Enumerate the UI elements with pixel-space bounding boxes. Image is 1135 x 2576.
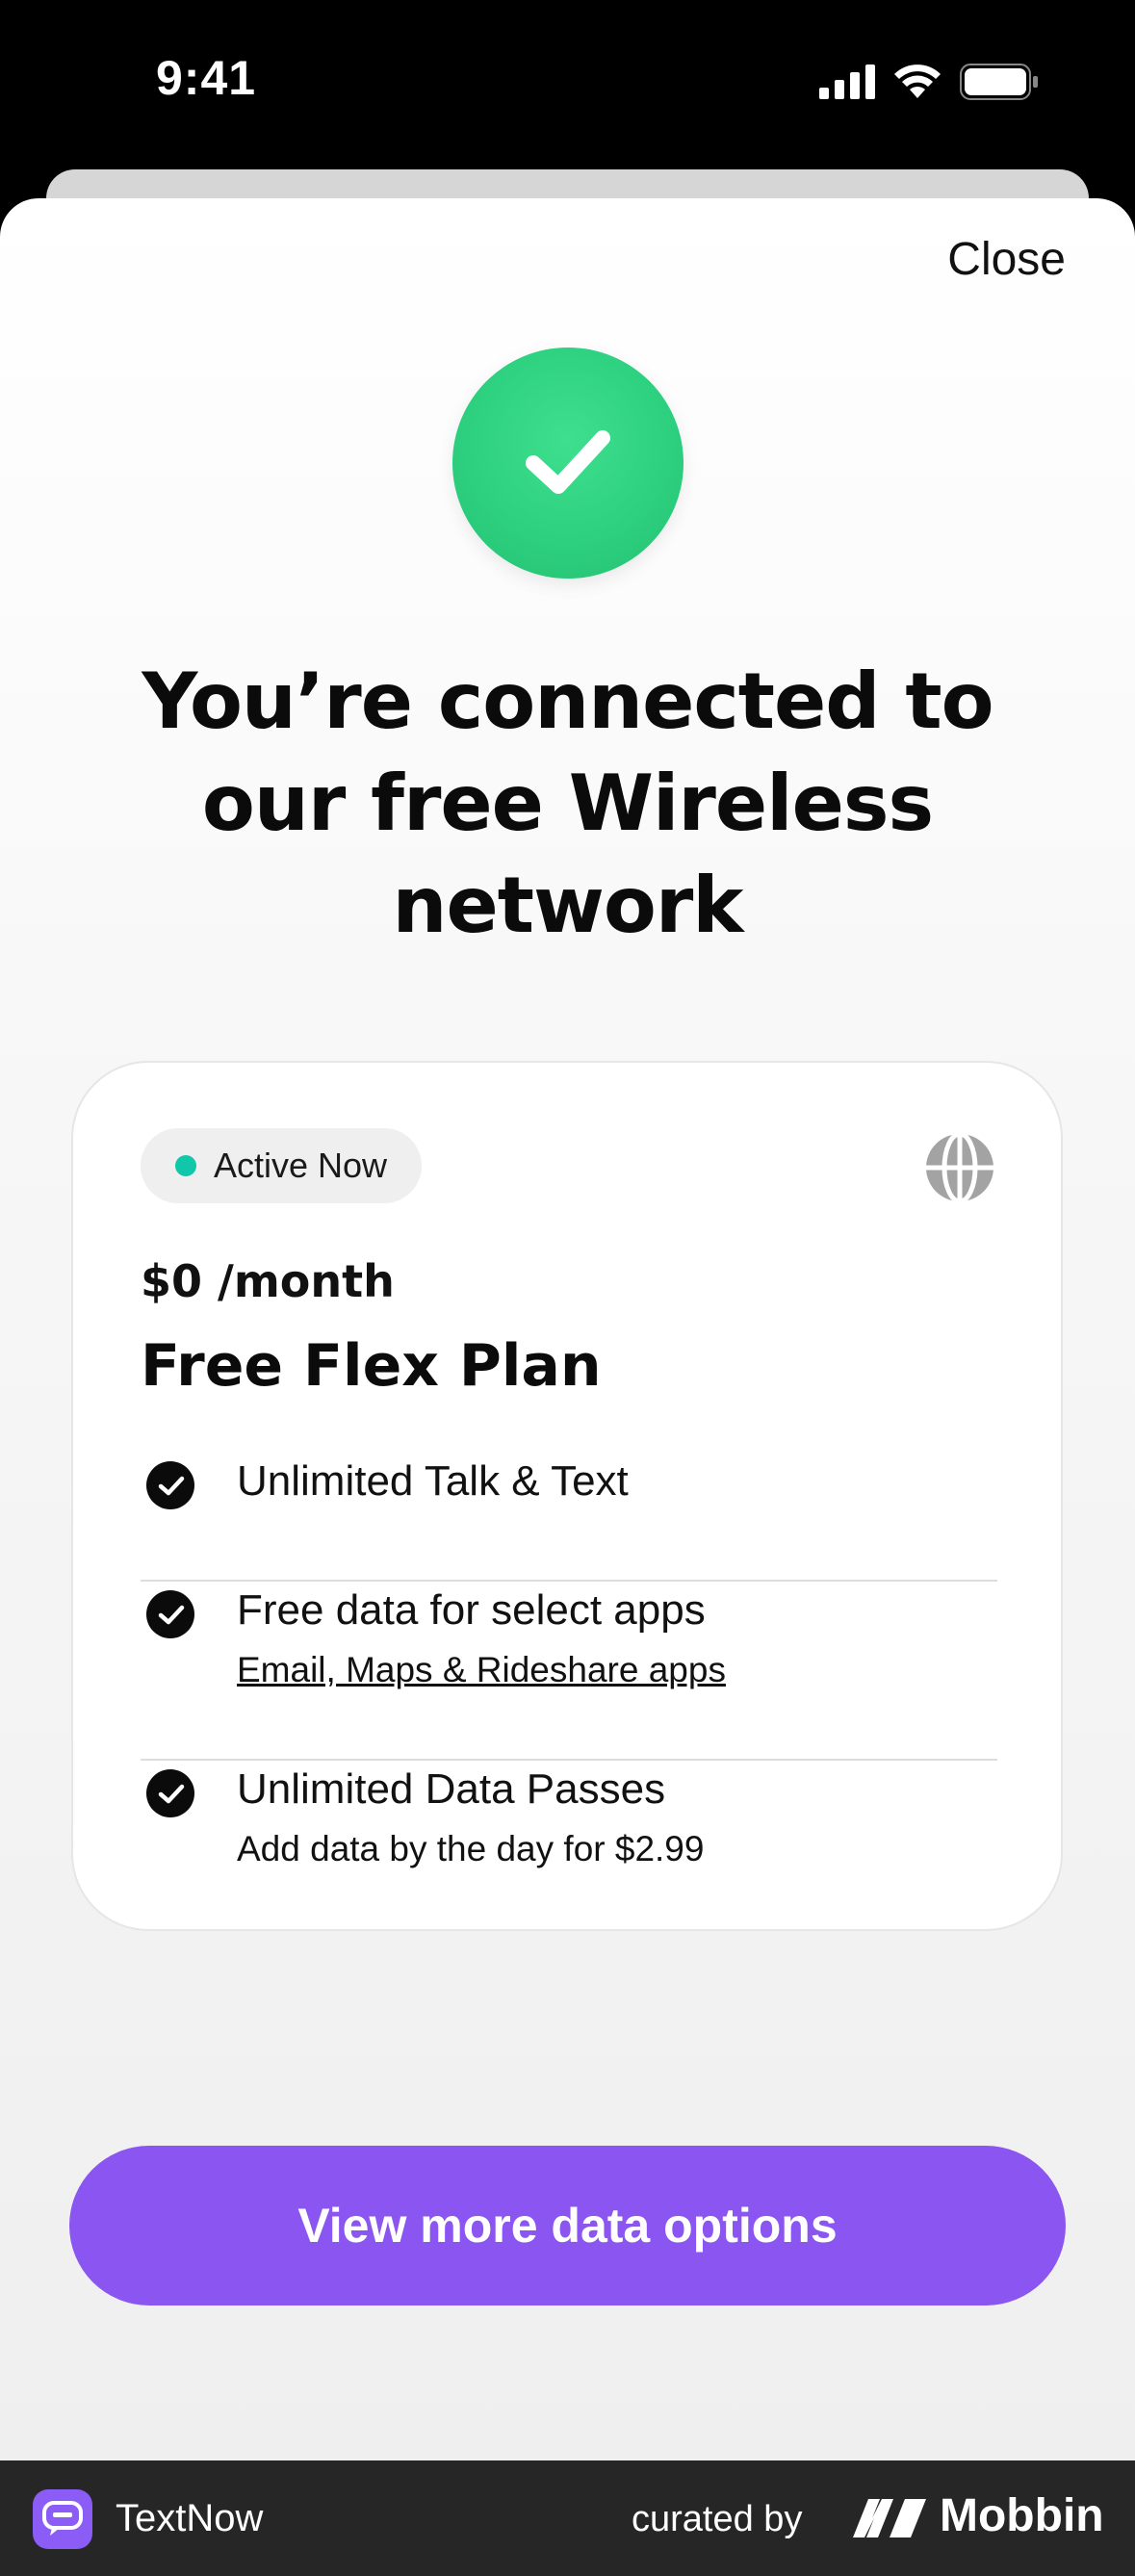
- plan-name: Free Flex Plan: [141, 1332, 602, 1400]
- status-badge: Active Now: [141, 1128, 423, 1203]
- mobbin-logo-icon: [853, 2499, 926, 2537]
- status-time: 9:41: [156, 51, 257, 105]
- check-circle-icon: [146, 1461, 194, 1509]
- attribution-bar: TextNow curated by Mobbin: [0, 2460, 1135, 2576]
- feature-title: Free data for select apps: [237, 1586, 706, 1634]
- plan-card: Active Now $0 /month Free Flex Plan Unli…: [71, 1061, 1063, 1931]
- globe-icon: [926, 1132, 993, 1203]
- battery-icon: [960, 64, 1038, 100]
- close-button[interactable]: Close: [947, 233, 1066, 286]
- textnow-logo-icon: [33, 2489, 92, 2549]
- success-badge: [452, 348, 684, 579]
- wifi-icon: [894, 64, 941, 98]
- page-title: You’re connected to our free Wireless ne…: [142, 657, 993, 950]
- connected-modal: Close You’re connected to our free Wirel…: [0, 198, 1135, 2460]
- status-icons: [819, 64, 1039, 100]
- divider: [141, 1759, 997, 1761]
- check-circle-icon: [146, 1590, 194, 1638]
- feature-title: Unlimited Talk & Text: [237, 1457, 629, 1505]
- status-label: Active Now: [214, 1146, 388, 1185]
- check-icon: [526, 430, 610, 494]
- app-name: TextNow: [116, 2497, 264, 2539]
- status-bar: 9:41: [0, 0, 1135, 168]
- divider: [141, 1580, 997, 1582]
- status-dot: [175, 1155, 196, 1176]
- curated-by-label: curated by: [632, 2499, 803, 2539]
- check-circle-icon: [146, 1769, 194, 1817]
- mobbin-brand: Mobbin: [940, 2490, 1104, 2541]
- feature-subtitle: Add data by the day for $2.99: [237, 1829, 705, 1868]
- feature-title: Unlimited Data Passes: [237, 1765, 666, 1813]
- cellular-signal-icon: [819, 64, 875, 99]
- view-more-data-options-button[interactable]: View more data options: [69, 2146, 1066, 2306]
- plan-price: $0 /month: [141, 1255, 395, 1307]
- feature-link[interactable]: Email, Maps & Rideshare apps: [237, 1650, 726, 1690]
